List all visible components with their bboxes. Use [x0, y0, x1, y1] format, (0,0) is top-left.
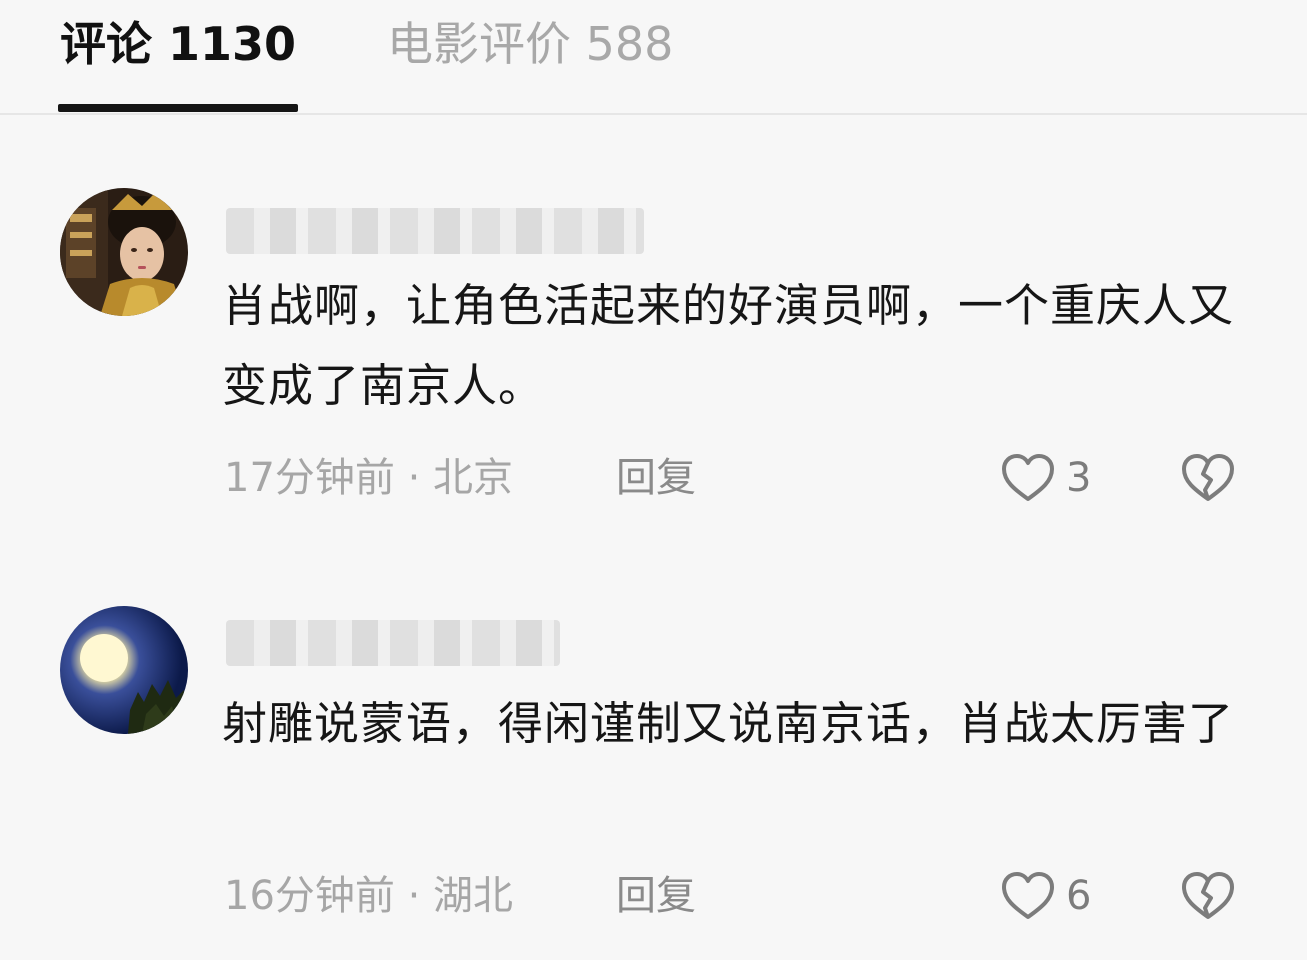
tab-bar: 评论 1130 电影评价 588 — [0, 0, 1307, 115]
heart-outline-icon — [1002, 872, 1054, 919]
comment-meta-row: 17分钟前 · 北京 回复 3 — [224, 448, 1284, 508]
comment-meta-row: 16分钟前 · 湖北 回复 6 — [224, 866, 1284, 926]
reply-button[interactable]: 回复 — [616, 448, 696, 508]
comments-page: 评论 1130 电影评价 588 肖战啊，让角色活起来的好演员啊，一个重庆人又变… — [0, 0, 1307, 960]
dislike-button[interactable] — [1180, 870, 1236, 922]
like-count: 6 — [1066, 873, 1092, 919]
username-blurred[interactable] — [226, 208, 644, 254]
avatar[interactable] — [60, 606, 188, 734]
broken-heart-icon — [1182, 454, 1234, 501]
avatar-image — [60, 188, 188, 316]
active-tab-indicator — [58, 104, 298, 112]
dislike-button[interactable] — [1180, 452, 1236, 504]
username-blurred[interactable] — [226, 620, 560, 666]
heart-outline-icon — [1002, 454, 1054, 501]
comment-text: 肖战啊，让角色活起来的好演员啊，一个重庆人又变成了南京人。 — [222, 279, 1235, 412]
tab-divider — [0, 113, 1307, 115]
like-button[interactable]: 6 — [1000, 870, 1110, 922]
comment-text: 射雕说蒙语，得闲谨制又说南京话，肖战太厉害了 — [222, 697, 1235, 750]
avatar[interactable] — [60, 188, 188, 316]
tab-movie-reviews[interactable]: 电影评价 588 — [387, 14, 673, 74]
avatar-image — [60, 606, 188, 734]
like-button[interactable]: 3 — [1000, 452, 1110, 504]
like-count: 3 — [1066, 455, 1092, 501]
tab-comments[interactable]: 评论 1130 — [60, 14, 296, 74]
reply-button[interactable]: 回复 — [616, 866, 696, 926]
comment-item: 肖战啊，让角色活起来的好演员啊，一个重庆人又变成了南京人。 17分钟前 · 北京… — [0, 186, 1307, 516]
comment-time-location: 17分钟前 · 北京 — [224, 455, 514, 501]
broken-heart-icon — [1182, 872, 1234, 919]
comment-time-location: 16分钟前 · 湖北 — [224, 873, 514, 919]
comment-item: 射雕说蒙语，得闲谨制又说南京话，肖战太厉害了 16分钟前 · 湖北 回复 6 — [0, 604, 1307, 934]
